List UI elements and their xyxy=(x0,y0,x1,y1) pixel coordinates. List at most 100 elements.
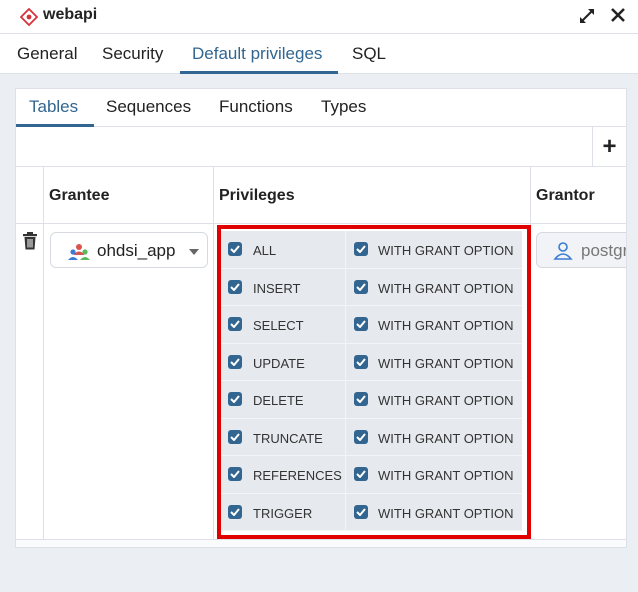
privilege-label: SELECT xyxy=(253,318,304,333)
check-icon xyxy=(356,282,366,291)
cell-divider xyxy=(345,343,346,381)
grant-option-label: WITH GRANT OPTION xyxy=(378,318,514,333)
privilege-checkbox[interactable] xyxy=(228,504,242,519)
dialog-title: webapi xyxy=(43,6,98,23)
tab-sql[interactable]: SQL xyxy=(352,44,386,64)
check-icon xyxy=(230,507,240,516)
column-divider xyxy=(530,224,531,539)
check-icon xyxy=(230,395,240,403)
check-icon xyxy=(356,245,366,253)
privilege-checkbox[interactable] xyxy=(228,354,242,369)
grant-option-checkbox[interactable] xyxy=(354,392,368,406)
privilege-row: TRUNCATE WITH GRANT OPTION xyxy=(220,418,522,456)
check-icon xyxy=(230,432,240,441)
horizontal-scrollbar[interactable] xyxy=(16,539,626,547)
expand-icon[interactable] xyxy=(578,7,596,25)
privilege-label: INSERT xyxy=(253,280,301,296)
privilege-checkbox[interactable] xyxy=(228,467,242,481)
column-header-privileges: Privileges xyxy=(219,186,295,204)
grant-option-label: WITH GRANT OPTION xyxy=(378,355,514,371)
grant-option-label: WITH GRANT OPTION xyxy=(378,505,514,521)
cell-divider xyxy=(345,306,346,343)
chevron-down-icon xyxy=(189,249,199,255)
main-tab-bar: General Security Default privileges SQL xyxy=(0,34,638,74)
close-icon[interactable] xyxy=(609,6,627,24)
privilege-checkbox[interactable] xyxy=(228,392,242,406)
privilege-row: DELETE WITH GRANT OPTION xyxy=(220,381,522,419)
privilege-label: UPDATE xyxy=(253,355,305,371)
check-icon xyxy=(230,282,240,291)
column-divider xyxy=(530,167,531,224)
grant-option-checkbox[interactable] xyxy=(354,467,368,481)
tab-tables[interactable]: Tables xyxy=(29,97,78,117)
active-tab-indicator xyxy=(180,71,338,74)
check-icon xyxy=(230,320,240,328)
grant-option-checkbox[interactable] xyxy=(354,429,368,444)
privilege-row: REFERENCES WITH GRANT OPTION xyxy=(220,456,522,494)
privilege-row: TRIGGER WITH GRANT OPTION xyxy=(220,493,522,531)
grantor-field: postgre xyxy=(536,232,626,268)
column-divider xyxy=(43,167,44,224)
grant-option-label: WITH GRANT OPTION xyxy=(378,430,514,446)
check-icon xyxy=(356,470,366,478)
check-icon xyxy=(356,432,366,441)
grant-option-checkbox[interactable] xyxy=(354,242,368,256)
cell-divider xyxy=(345,268,346,306)
grid-toolbar: + xyxy=(16,127,626,167)
grant-option-label: WITH GRANT OPTION xyxy=(378,468,514,483)
user-icon xyxy=(553,242,573,260)
tab-sequences[interactable]: Sequences xyxy=(106,97,191,117)
column-divider xyxy=(43,224,44,539)
tab-security[interactable]: Security xyxy=(102,44,163,64)
privilege-label: DELETE xyxy=(253,393,304,408)
grant-option-checkbox[interactable] xyxy=(354,317,368,331)
check-icon xyxy=(356,357,366,366)
dialog-titlebar: webapi xyxy=(0,0,638,34)
cell-divider xyxy=(345,231,346,268)
grant-option-checkbox[interactable] xyxy=(354,279,368,294)
check-icon xyxy=(230,357,240,366)
check-icon xyxy=(230,245,240,253)
privilege-row: INSERT WITH GRANT OPTION xyxy=(220,268,522,306)
sub-tab-bar: Tables Sequences Functions Types xyxy=(16,89,626,127)
tab-types[interactable]: Types xyxy=(321,97,366,117)
privilege-label: REFERENCES xyxy=(253,468,342,483)
grant-option-label: WITH GRANT OPTION xyxy=(378,243,514,258)
column-header-grantor: Grantor xyxy=(536,186,595,204)
tab-functions[interactable]: Functions xyxy=(219,97,293,117)
cell-divider xyxy=(345,493,346,531)
grant-option-checkbox[interactable] xyxy=(354,354,368,369)
grant-option-label: WITH GRANT OPTION xyxy=(378,280,514,296)
privilege-checkbox[interactable] xyxy=(228,242,242,256)
table-row: ohdsi_app ALL WITH GRANT OPTION INSERT W… xyxy=(16,224,626,539)
column-divider xyxy=(213,167,214,224)
grantor-value: postgre xyxy=(581,241,626,260)
check-icon xyxy=(230,470,240,478)
privilege-label: ALL xyxy=(253,243,277,258)
privilege-checkbox[interactable] xyxy=(228,429,242,444)
privilege-checkbox[interactable] xyxy=(228,317,242,331)
privilege-row: SELECT WITH GRANT OPTION xyxy=(220,306,522,344)
grantee-select[interactable]: ohdsi_app xyxy=(50,232,208,268)
cell-divider xyxy=(345,418,346,456)
grantee-value: ohdsi_app xyxy=(97,241,176,260)
privilege-row: UPDATE WITH GRANT OPTION xyxy=(220,343,522,381)
privileges-table: ALL WITH GRANT OPTION INSERT WITH GRANT … xyxy=(220,231,522,531)
cell-divider xyxy=(345,456,346,493)
privilege-row: ALL WITH GRANT OPTION xyxy=(220,231,522,269)
tab-default-privileges[interactable]: Default privileges xyxy=(192,44,322,64)
role-icon xyxy=(68,244,90,260)
grant-option-checkbox[interactable] xyxy=(354,504,368,519)
default-privileges-panel: Tables Sequences Functions Types + Grant… xyxy=(15,88,627,548)
privilege-label: TRIGGER xyxy=(253,505,313,521)
tab-general[interactable]: General xyxy=(17,44,77,64)
grid-header: Grantee Privileges Grantor xyxy=(16,167,626,224)
privilege-label: TRUNCATE xyxy=(253,430,323,446)
check-icon xyxy=(356,507,366,516)
cell-divider xyxy=(345,381,346,418)
add-row-button[interactable]: + xyxy=(592,127,626,167)
grant-option-label: WITH GRANT OPTION xyxy=(378,393,514,408)
column-header-grantee: Grantee xyxy=(49,186,110,204)
trash-icon[interactable] xyxy=(22,232,38,250)
privilege-checkbox[interactable] xyxy=(228,279,242,294)
